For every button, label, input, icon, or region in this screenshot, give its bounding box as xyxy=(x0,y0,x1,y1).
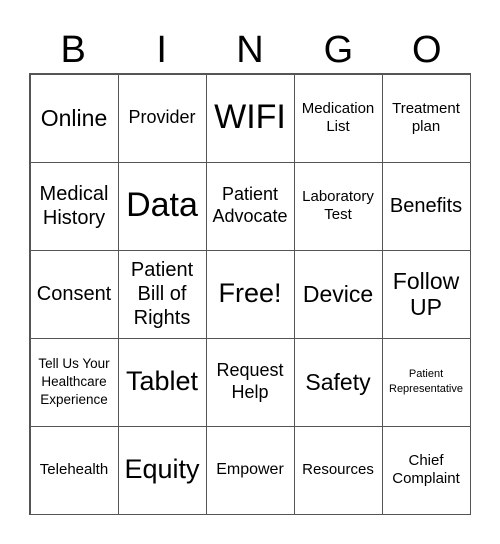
bingo-cell[interactable]: Laboratory Test xyxy=(293,161,383,251)
bingo-cell[interactable]: WIFI xyxy=(205,73,295,163)
bingo-grid: Online Provider WIFI Medication List Tre… xyxy=(29,73,471,515)
bingo-cell[interactable]: Chief Complaint xyxy=(381,425,471,515)
bingo-cell[interactable]: Telehealth xyxy=(29,425,119,515)
header-letter-o: O xyxy=(412,29,442,71)
bingo-cell[interactable]: Equity xyxy=(117,425,207,515)
bingo-cell[interactable]: Empower xyxy=(205,425,295,515)
header-letter-g: G xyxy=(323,29,354,71)
bingo-cell[interactable]: Tablet xyxy=(117,337,207,427)
bingo-cell[interactable]: Data xyxy=(117,161,207,251)
bingo-cell[interactable]: Tell Us Your Healthcare Experience xyxy=(29,337,119,427)
bingo-cell[interactable]: Resources xyxy=(293,425,383,515)
bingo-header: B I N G O xyxy=(29,28,471,72)
bingo-cell[interactable]: Patient Advocate xyxy=(205,161,295,251)
bingo-cell[interactable]: Medication List xyxy=(293,73,383,163)
bingo-cell[interactable]: Treatment plan xyxy=(381,73,471,163)
bingo-cell[interactable]: Patient Bill of Rights xyxy=(117,249,207,339)
bingo-cell[interactable]: Safety xyxy=(293,337,383,427)
header-letter-b: B xyxy=(60,29,86,71)
bingo-cell[interactable]: Request Help xyxy=(205,337,295,427)
header-letter-n: N xyxy=(236,29,264,71)
bingo-cell[interactable]: Online xyxy=(29,73,119,163)
bingo-cell[interactable]: Device xyxy=(293,249,383,339)
bingo-cell[interactable]: Medical History xyxy=(29,161,119,251)
bingo-cell[interactable]: Benefits xyxy=(381,161,471,251)
bingo-cell[interactable]: Patient Representative xyxy=(381,337,471,427)
free-space[interactable]: Free! xyxy=(205,249,295,339)
bingo-cell[interactable]: Follow UP xyxy=(381,249,471,339)
header-letter-i: I xyxy=(156,29,167,71)
bingo-cell[interactable]: Consent xyxy=(29,249,119,339)
bingo-cell[interactable]: Provider xyxy=(117,73,207,163)
